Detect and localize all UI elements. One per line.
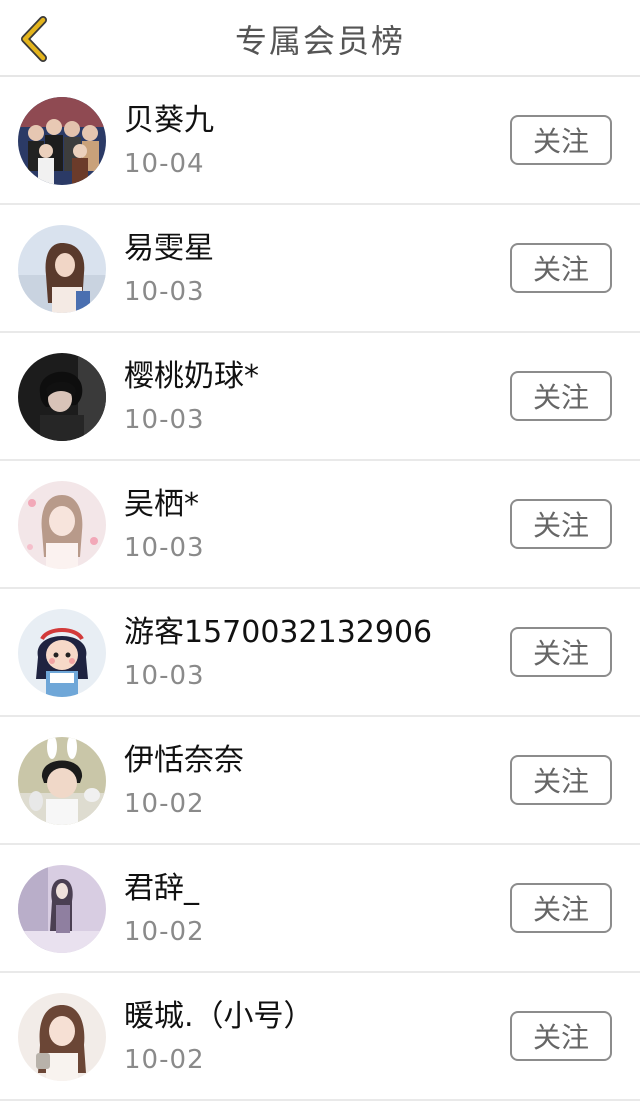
follow-button[interactable]: 关注 <box>510 755 612 805</box>
follow-button[interactable]: 关注 <box>510 371 612 421</box>
follow-button[interactable]: 关注 <box>510 883 612 933</box>
member-date: 10-03 <box>124 661 205 691</box>
follow-button[interactable]: 关注 <box>510 115 612 165</box>
member-name: 君辞_ <box>124 871 199 906</box>
member-name: 暖城.（小号） <box>124 999 314 1034</box>
list-item[interactable]: 樱桃奶球* 10-03 关注 <box>0 333 640 461</box>
member-date: 10-03 <box>124 533 205 563</box>
list-item[interactable]: 游客1570032132906 10-03 关注 <box>0 589 640 717</box>
top-bar: 专属会员榜 <box>0 0 640 77</box>
member-name: 易雯星 <box>124 231 214 266</box>
member-date: 10-03 <box>124 405 205 435</box>
avatar <box>18 353 106 441</box>
list-item[interactable]: 吴栖* 10-03 关注 <box>0 461 640 589</box>
list-item[interactable]: 伊恬奈奈 10-02 关注 <box>0 717 640 845</box>
avatar <box>18 865 106 953</box>
avatar <box>18 993 106 1081</box>
follow-button[interactable]: 关注 <box>510 243 612 293</box>
member-date: 10-02 <box>124 789 205 819</box>
avatar <box>18 225 106 313</box>
member-date: 10-02 <box>124 1045 205 1075</box>
member-list: 贝葵九 10-04 关注 易雯星 10-03 关注 樱桃奶球* 10-03 关注… <box>0 77 640 1101</box>
follow-button[interactable]: 关注 <box>510 499 612 549</box>
member-name: 樱桃奶球* <box>124 359 259 394</box>
avatar <box>18 97 106 185</box>
member-date: 10-02 <box>124 917 205 947</box>
list-item[interactable]: 贝葵九 10-04 关注 <box>0 77 640 205</box>
member-date: 10-04 <box>124 149 205 179</box>
member-date: 10-03 <box>124 277 205 307</box>
member-name: 贝葵九 <box>124 103 214 138</box>
member-name: 吴栖* <box>124 487 199 522</box>
list-item[interactable]: 易雯星 10-03 关注 <box>0 205 640 333</box>
avatar <box>18 737 106 825</box>
list-item[interactable]: 君辞_ 10-02 关注 <box>0 845 640 973</box>
follow-button[interactable]: 关注 <box>510 1011 612 1061</box>
member-name: 伊恬奈奈 <box>124 743 244 778</box>
list-item[interactable]: 暖城.（小号） 10-02 关注 <box>0 973 640 1101</box>
avatar <box>18 481 106 569</box>
follow-button[interactable]: 关注 <box>510 627 612 677</box>
page-title: 专属会员榜 <box>234 21 405 60</box>
avatar <box>18 609 106 697</box>
member-name: 游客1570032132906 <box>124 615 433 650</box>
